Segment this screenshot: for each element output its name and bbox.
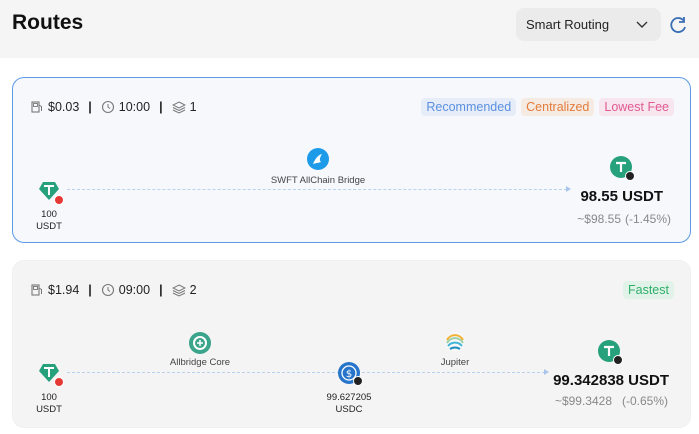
tag-lowest-fee: Lowest Fee xyxy=(599,98,674,116)
gas-fee: $0.03 xyxy=(48,100,80,114)
route-meta: $1.94 | 09:00 | 2 xyxy=(30,283,197,297)
input-symbol: USDT xyxy=(36,404,62,415)
output-amount: 99.342838 USDT xyxy=(553,372,669,389)
route-tags: Recommended Centralized Lowest Fee xyxy=(421,98,674,116)
clock-icon xyxy=(101,100,114,114)
route-card-2[interactable]: $1.94 | 09:00 | 2 Fastest 100 USDT Allbr… xyxy=(12,260,691,428)
est-time: 09:00 xyxy=(118,283,151,297)
bridge-name: Allbridge Core xyxy=(169,357,231,368)
bridge-name: Jupiter xyxy=(440,357,470,368)
intermediate-amount: 99.627205 xyxy=(326,392,372,403)
tag-centralized: Centralized xyxy=(521,98,595,116)
output-amount: 98.55 USDT xyxy=(580,188,663,205)
layers-icon xyxy=(171,284,186,297)
chain-badge-icon xyxy=(353,376,363,386)
clock-icon xyxy=(101,283,114,297)
refresh-icon[interactable] xyxy=(667,14,689,36)
gas-fee: $1.94 xyxy=(48,283,80,297)
tag-recommended: Recommended xyxy=(421,98,517,116)
input-amount: 100 xyxy=(41,392,57,403)
layers-icon xyxy=(171,101,186,114)
output-change-percent: (-1.45%) xyxy=(624,212,671,226)
route-meta: $0.03 | 10:00 | 1 xyxy=(30,100,197,114)
output-change-percent: (-0.65%) xyxy=(621,394,668,408)
gas-pump-icon xyxy=(31,284,42,296)
chevron-down-icon xyxy=(636,21,648,28)
svg-text:$: $ xyxy=(346,369,352,380)
jupiter-icon xyxy=(445,332,465,352)
input-amount: 100 xyxy=(41,209,57,220)
separator: | xyxy=(88,283,92,297)
step-count: 2 xyxy=(189,283,197,297)
chain-badge-icon xyxy=(625,171,635,181)
allbridge-icon xyxy=(189,332,211,354)
route-tags: Fastest xyxy=(623,281,674,299)
tron-chain-badge-icon xyxy=(54,195,64,205)
route-card-1[interactable]: $0.03 | 10:00 | 1 Recommended Centralize… xyxy=(12,77,691,243)
intermediate-symbol: USDC xyxy=(335,404,363,415)
header: Routes Smart Routing xyxy=(0,0,699,56)
separator: | xyxy=(88,100,92,114)
bridge-name: SWFT AllChain Bridge xyxy=(270,175,366,186)
output-usd-value: ~$98.55 xyxy=(577,212,621,226)
step-count: 1 xyxy=(189,100,197,114)
routing-mode-value: Smart Routing xyxy=(526,17,610,32)
separator: | xyxy=(159,100,163,114)
input-symbol: USDT xyxy=(36,221,62,232)
gas-pump-icon xyxy=(31,101,42,113)
page-title: Routes xyxy=(12,11,84,34)
route-path-line xyxy=(67,189,567,190)
chain-badge-icon xyxy=(613,355,623,365)
separator: | xyxy=(159,283,163,297)
tag-fastest: Fastest xyxy=(623,281,674,299)
output-usd-value: ~$99.3428 xyxy=(554,394,612,408)
routing-mode-select[interactable]: Smart Routing xyxy=(516,8,661,41)
est-time: 10:00 xyxy=(118,100,151,114)
tron-chain-badge-icon xyxy=(54,377,64,387)
swft-icon xyxy=(307,148,329,170)
